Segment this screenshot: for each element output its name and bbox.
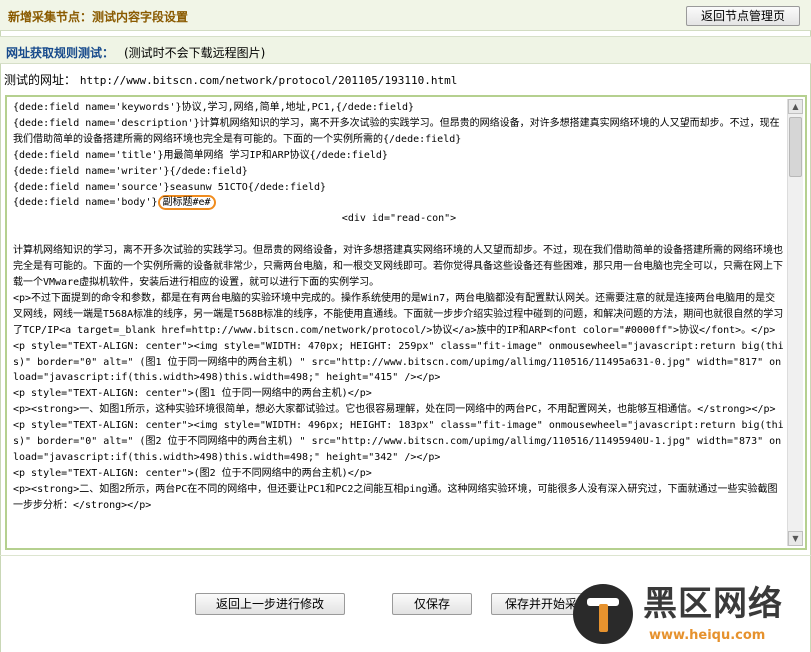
- content-line-step1: <p><strong>一、如图1所示，这种实验环境很简单，想必大家都试验过。它也…: [13, 404, 776, 416]
- watermark-url: www.heiqu.com: [649, 628, 766, 643]
- content-line-intro: 计算机网络知识的学习，离不开多次试验的实践学习。但昂贵的网络设备，对许多想搭建真…: [13, 245, 783, 288]
- content-line-step2: <p><strong>二、如图2所示，两台PC在不同的网络中，但还要让PC1和P…: [13, 483, 778, 511]
- watermark-logo: 黑区网络 www.heiqu.com: [573, 580, 803, 650]
- content-line-body-tag: {dede:field name='body'}: [13, 197, 158, 209]
- save-only-button[interactable]: 仅保存: [392, 593, 472, 615]
- test-url-value: http://www.bitscn.com/network/protocol/2…: [79, 74, 458, 87]
- rule-test-bar: 网址获取规则测试： (测试时不会下载远程图片): [0, 36, 811, 64]
- scroll-up-arrow-icon[interactable]: ▲: [788, 99, 803, 114]
- watermark-title: 黑区网络: [643, 584, 783, 624]
- content-line-div: <div id="read-con">: [341, 213, 457, 225]
- back-to-node-management-button[interactable]: 返回节点管理页: [686, 6, 800, 26]
- content-line-caption2: <p style="TEXT-ALIGN: center">(图2 位于不同网络…: [13, 467, 372, 479]
- page-title: 新增采集节点：测试内容字段设置: [8, 10, 189, 24]
- rule-test-label: 网址获取规则测试：: [6, 46, 115, 60]
- vertical-scrollbar[interactable]: ▲ ▼: [787, 99, 803, 546]
- content-line-keywords: {dede:field name='keywords'}协议,学习,网络,简单,…: [13, 102, 415, 113]
- content-line-source: {dede:field name='source'}seasunw 51CTO{…: [13, 181, 327, 193]
- scroll-down-arrow-icon[interactable]: ▼: [788, 531, 803, 546]
- content-line-img2: <p style="TEXT-ALIGN: center"><img style…: [13, 420, 784, 463]
- content-line-body: {dede:field name='body'} 副标题#e#: [13, 195, 785, 211]
- content-line-writer: {dede:field name='writer'}{/dede:field}: [13, 165, 248, 177]
- content-line-blank: [13, 227, 785, 243]
- content-line-title: {dede:field name='title'}用最简单网络 学习IP和ARP…: [13, 149, 388, 161]
- header-bar: 新增采集节点：测试内容字段设置 返回节点管理页: [0, 0, 811, 31]
- subtitle-highlight: 副标题#e#: [157, 195, 216, 211]
- content-line-img1: <p style="TEXT-ALIGN: center"><img style…: [13, 340, 784, 384]
- content-line-caption1: <p style="TEXT-ALIGN: center">(图1 位于同一网络…: [13, 388, 372, 400]
- scroll-thumb[interactable]: [789, 117, 802, 177]
- test-url-row: 测试的网址： http://www.bitscn.com/network/pro…: [4, 71, 457, 88]
- rule-test-note: (测试时不会下载远程图片): [124, 46, 266, 60]
- back-previous-step-button[interactable]: 返回上一步进行修改: [195, 593, 345, 615]
- content-line-paragraph: <p>不过下面提到的命令和参数，都是在有两台电脑的实验环境中完成的。操作系统使用…: [13, 292, 784, 336]
- content-line-description: {dede:field name='description'}计算机网络知识的学…: [13, 117, 780, 145]
- test-result-textarea[interactable]: {dede:field name='keywords'}协议,学习,网络,简单,…: [5, 95, 807, 550]
- test-url-label: 测试的网址：: [4, 73, 77, 87]
- watermark-logo-icon: [573, 584, 633, 644]
- test-result-content: {dede:field name='keywords'}协议,学习,网络,简单,…: [13, 100, 785, 545]
